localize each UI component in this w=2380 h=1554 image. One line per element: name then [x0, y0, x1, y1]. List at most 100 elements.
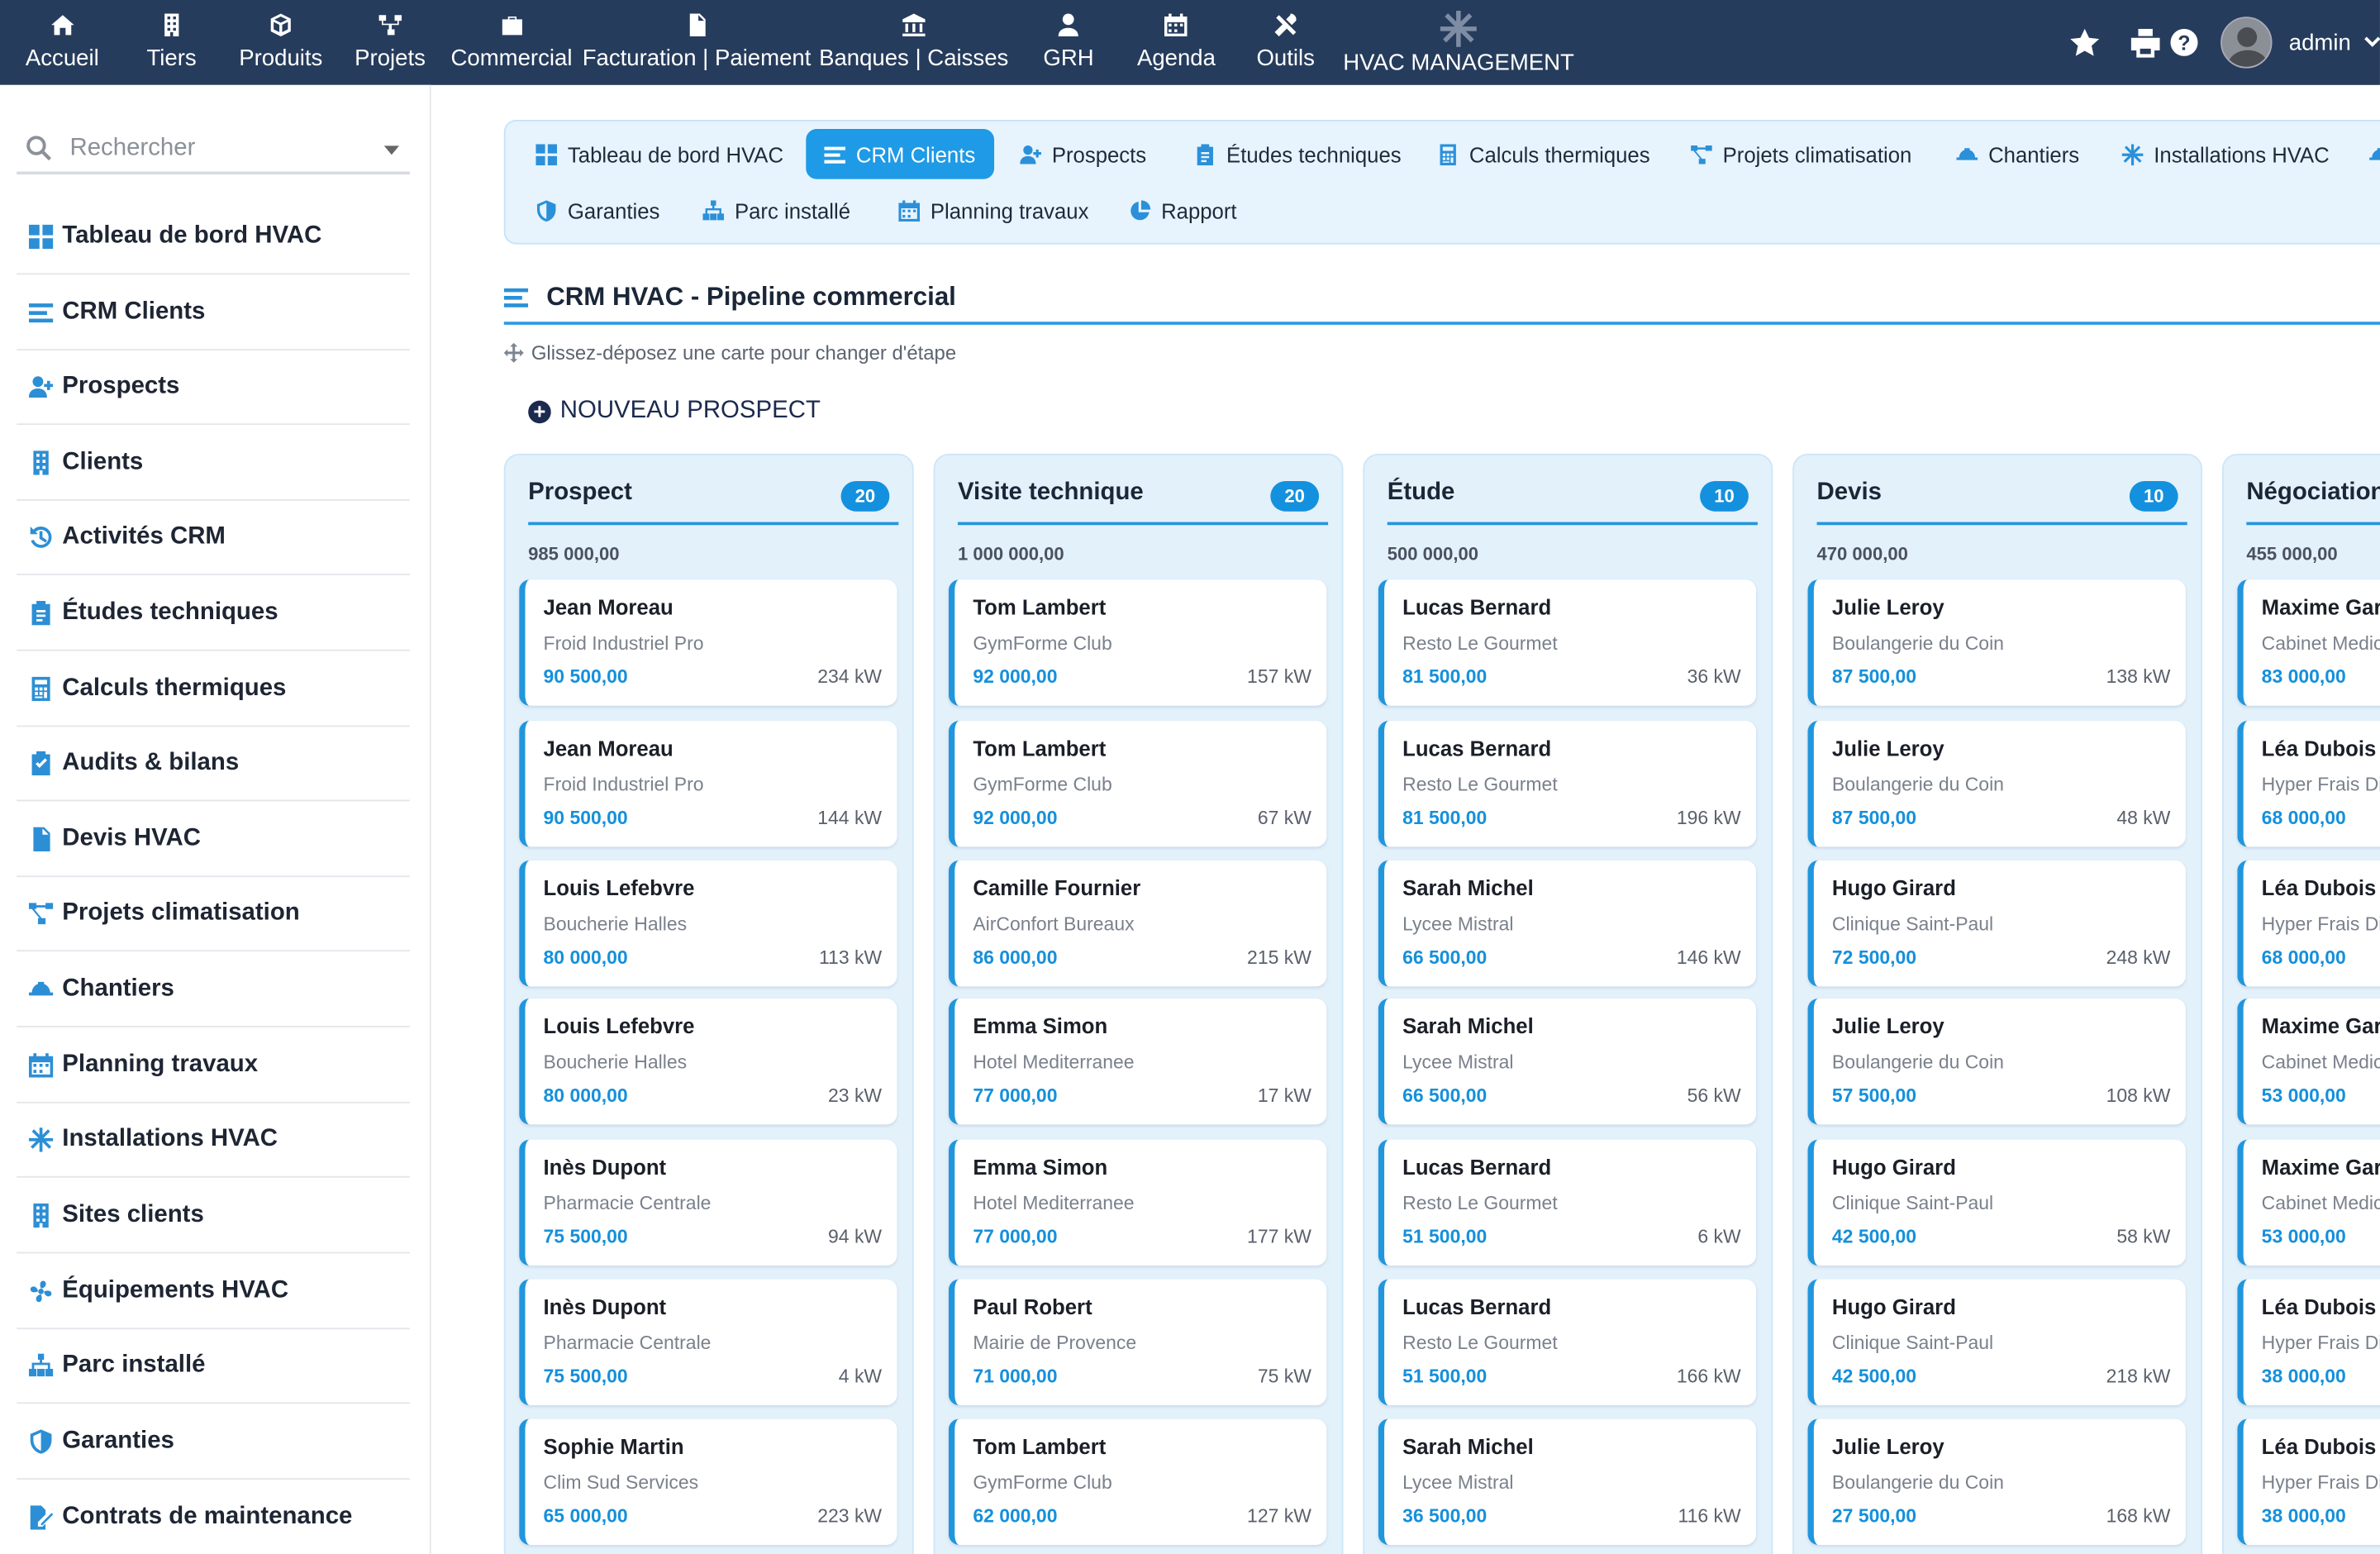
topnav-hvac-management[interactable]: HVAC MANAGEMENT — [1343, 0, 1574, 85]
sidebar-search[interactable]: Rechercher — [17, 125, 410, 175]
pipeline-card[interactable]: Tom Lambert GymForme Club 62 000,00 127 kW — [948, 1418, 1327, 1545]
pipeline-card[interactable]: Camille Fournier AirConfort Bureaux 86 000… — [948, 860, 1327, 987]
card-power: 138 kW — [2106, 665, 2171, 688]
sidebar-item-contrats-maintenance[interactable]: Contrats de maintenance — [17, 1480, 410, 1554]
tab-prospects[interactable]: Prospects — [1002, 129, 1164, 179]
sidebar-item-garanties[interactable]: Garanties — [17, 1404, 410, 1480]
pipeline-card[interactable]: Léa Dubois Hyper Frais Distribution 38 000… — [2237, 1279, 2380, 1406]
sidebar-item-sites-clients[interactable]: Sites clients — [17, 1178, 410, 1254]
print-button[interactable] — [2130, 0, 2160, 85]
topnav-banques[interactable]: Banques | Caisses — [819, 0, 1008, 85]
tab-calculs-thermiques[interactable]: Calculs thermiques — [1419, 129, 1668, 179]
topnav-agenda[interactable]: Agenda — [1137, 0, 1216, 85]
tab-parc-installe[interactable]: Parc installé — [684, 185, 869, 236]
pipeline-card[interactable]: Julie Leroy Boulangerie du Coin 57 500,00 1… — [1807, 999, 2186, 1125]
topnav-grh[interactable]: GRH — [1043, 0, 1094, 85]
tab-chantiers[interactable]: Chantiers — [1938, 129, 2097, 179]
pipeline-card[interactable]: Emma Simon Hotel Mediterranee 77 000,00 177… — [948, 1139, 1327, 1266]
tab-projets-climatisation[interactable]: Projets climatisation — [1673, 129, 1930, 179]
kanban-column[interactable]: Prospect 20 985 000,00 Jean Moreau Froid Ind… — [503, 453, 914, 1554]
kanban-column[interactable]: Négociation 455 000,00 Maxime Garnier Cabin… — [2221, 453, 2380, 1554]
sidebar-item-devis-hvac[interactable]: Devis HVAC — [17, 801, 410, 878]
tab-crm-clients[interactable]: CRM Clients — [806, 129, 994, 179]
project-diagram-icon — [1691, 145, 1712, 164]
bookmark-button[interactable] — [2070, 0, 2100, 85]
sidebar-item-installations-hvac[interactable]: Installations HVAC — [17, 1102, 410, 1178]
pipeline-card[interactable]: Lucas Bernard Resto Le Gourmet 81 500,00 19… — [1378, 721, 1757, 847]
pipeline-card[interactable]: Julie Leroy Boulangerie du Coin 87 500,00 1… — [1807, 579, 2186, 706]
pipeline-card[interactable]: Léa Dubois Hyper Frais Distribution 68 000… — [2237, 860, 2380, 987]
sidebar-item-activites-crm[interactable]: Activités CRM — [17, 499, 410, 575]
topnav-outils[interactable]: Outils — [1256, 0, 1315, 85]
pipeline-card[interactable]: Hugo Girard Clinique Saint-Paul 42 500,00 2… — [1807, 1279, 2186, 1406]
sidebar-item-chantiers[interactable]: Chantiers — [17, 951, 410, 1027]
sidebar-item-prospects[interactable]: Prospects — [17, 349, 410, 426]
pipeline-card[interactable]: Léa Dubois Hyper Frais Distribution 38 000… — [2237, 1418, 2380, 1545]
sidebar-item-crm-clients[interactable]: CRM Clients — [17, 274, 410, 351]
pipeline-card[interactable]: Paul Robert Mairie de Provence 71 000,00 75… — [948, 1279, 1327, 1406]
kanban-column[interactable]: Étude 10 500 000,00 Lucas Bernard Resto Le G… — [1363, 453, 1773, 1554]
pipeline-card[interactable]: Maxime Garnier Cabinet Medical 83 000,00 — [2237, 579, 2380, 706]
topnav-accueil[interactable]: Accueil — [26, 0, 99, 85]
pipeline-card[interactable]: Maxime Garnier Cabinet Medical 53 000,00 — [2237, 1139, 2380, 1266]
card-amount: 51 500,00 — [1402, 1366, 1488, 1388]
sidebar-item-label: Parc installé — [62, 1351, 206, 1378]
pipeline-card[interactable]: Lucas Bernard Resto Le Gourmet 51 500,00 16… — [1378, 1279, 1757, 1406]
pipeline-card[interactable]: Tom Lambert GymForme Club 92 000,00 67 kW — [948, 721, 1327, 847]
tab-planning-travaux[interactable]: Planning travaux — [880, 185, 1107, 236]
pipeline-card[interactable]: Sarah Michel Lycee Mistral 66 500,00 146 kW — [1378, 860, 1757, 987]
pipeline-card[interactable]: Maxime Garnier Cabinet Medical 53 000,00 — [2237, 999, 2380, 1125]
pipeline-card[interactable]: Jean Moreau Froid Industriel Pro 90 500,00… — [519, 721, 897, 847]
pipeline-card[interactable]: Lucas Bernard Resto Le Gourmet 51 500,00 6 … — [1378, 1139, 1757, 1266]
topnav-projets[interactable]: Projets — [355, 0, 426, 85]
sidebar-item-planning-travaux[interactable]: Planning travaux — [17, 1027, 410, 1104]
topnav-commercial[interactable]: Commercial — [450, 0, 572, 85]
tab-label: CRM Clients — [855, 141, 976, 167]
card-contact-name: Paul Robert — [973, 1294, 1092, 1319]
pipeline-card[interactable]: Sarah Michel Lycee Mistral 36 500,00 116 kW — [1378, 1418, 1757, 1545]
tab-etudes-techniques[interactable]: Études techniques — [1176, 129, 1419, 179]
sidebar-item-projets-climatisation[interactable]: Projets climatisation — [17, 875, 410, 952]
kanban-column[interactable]: Devis 10 470 000,00 Julie Leroy Boulangerie … — [1792, 453, 2203, 1554]
pipeline-card[interactable]: Louis Lefebvre Boucherie Halles 80 000,00 2… — [519, 999, 897, 1125]
user-menu[interactable]: admin — [2221, 0, 2380, 85]
sidebar-item-equipements-hvac[interactable]: Équipements HVAC — [17, 1253, 410, 1330]
pipeline-card[interactable]: Julie Leroy Boulangerie du Coin 27 500,00 1… — [1807, 1418, 2186, 1545]
hard-hat-icon[interactable] — [2369, 144, 2380, 165]
pipeline-card[interactable]: Lucas Bernard Resto Le Gourmet 81 500,00 36… — [1378, 579, 1757, 706]
tab-rapport[interactable]: Rapport — [1111, 185, 1254, 236]
new-prospect-button[interactable]: + NOUVEAU PROSPECT — [528, 398, 821, 425]
pipeline-card[interactable]: Jean Moreau Froid Industriel Pro 90 500,00… — [519, 579, 897, 706]
topnav-tiers[interactable]: Tiers — [146, 0, 197, 85]
pipeline-card[interactable]: Sarah Michel Lycee Mistral 66 500,00 56 kW — [1378, 999, 1757, 1125]
topnav-produits[interactable]: Produits — [239, 0, 322, 85]
tab-tableau-de-bord[interactable]: Tableau de bord HVAC — [517, 129, 802, 179]
sidebar-item-tableau-de-bord[interactable]: Tableau de bord HVAC — [17, 199, 410, 275]
pipeline-card[interactable]: Hugo Girard Clinique Saint-Paul 72 500,00 2… — [1807, 860, 2186, 987]
pipeline-card[interactable]: Léa Dubois Hyper Frais Distribution 68 000… — [2237, 721, 2380, 847]
pipeline-card[interactable]: Hugo Girard Clinique Saint-Paul 42 500,00 5… — [1807, 1139, 2186, 1266]
pipeline-card[interactable]: Emma Simon Hotel Mediterranee 77 000,00 17 … — [948, 999, 1327, 1125]
pipeline-card[interactable]: Louis Lefebvre Boucherie Halles 80 000,00 1… — [519, 860, 897, 987]
card-contact-name: Sarah Michel — [1402, 1433, 1534, 1459]
pipeline-card[interactable]: Sophie Martin Clim Sud Services 65 000,00 2… — [519, 1418, 897, 1545]
sidebar-item-etudes-techniques[interactable]: Études techniques — [17, 575, 410, 651]
sidebar-item-clients[interactable]: Clients — [17, 425, 410, 501]
chevron-down-icon[interactable] — [383, 145, 400, 155]
pipeline-card[interactable]: Tom Lambert GymForme Club 92 000,00 157 kW — [948, 579, 1327, 706]
sidebar-item-calculs-thermiques[interactable]: Calculs thermiques — [17, 651, 410, 727]
kanban-column[interactable]: Visite technique 20 1 000 000,00 Tom Lamber… — [933, 453, 1344, 1554]
help-button[interactable]: ? — [2170, 0, 2198, 85]
pipeline-card[interactable]: Inès Dupont Pharmacie Centrale 75 500,00 4 … — [519, 1279, 897, 1406]
card-contact-name: Emma Simon — [973, 1155, 1108, 1180]
tab-garanties[interactable]: Garanties — [517, 185, 678, 236]
pipeline-card[interactable]: Inès Dupont Pharmacie Centrale 75 500,00 94… — [519, 1139, 897, 1266]
tab-installations-hvac[interactable]: Installations HVAC — [2104, 129, 2348, 179]
sidebar-item-label: Calculs thermiques — [62, 675, 287, 701]
topnav-facturation[interactable]: Facturation | Paiement — [583, 0, 811, 85]
card-power: 146 kW — [1676, 946, 1741, 969]
shield-icon — [536, 199, 556, 222]
pipeline-card[interactable]: Julie Leroy Boulangerie du Coin 87 500,00 4… — [1807, 721, 2186, 847]
sidebar-item-parc-installe[interactable]: Parc installé — [17, 1328, 410, 1404]
sidebar-item-audits-bilans[interactable]: Audits & bilans — [17, 726, 410, 802]
